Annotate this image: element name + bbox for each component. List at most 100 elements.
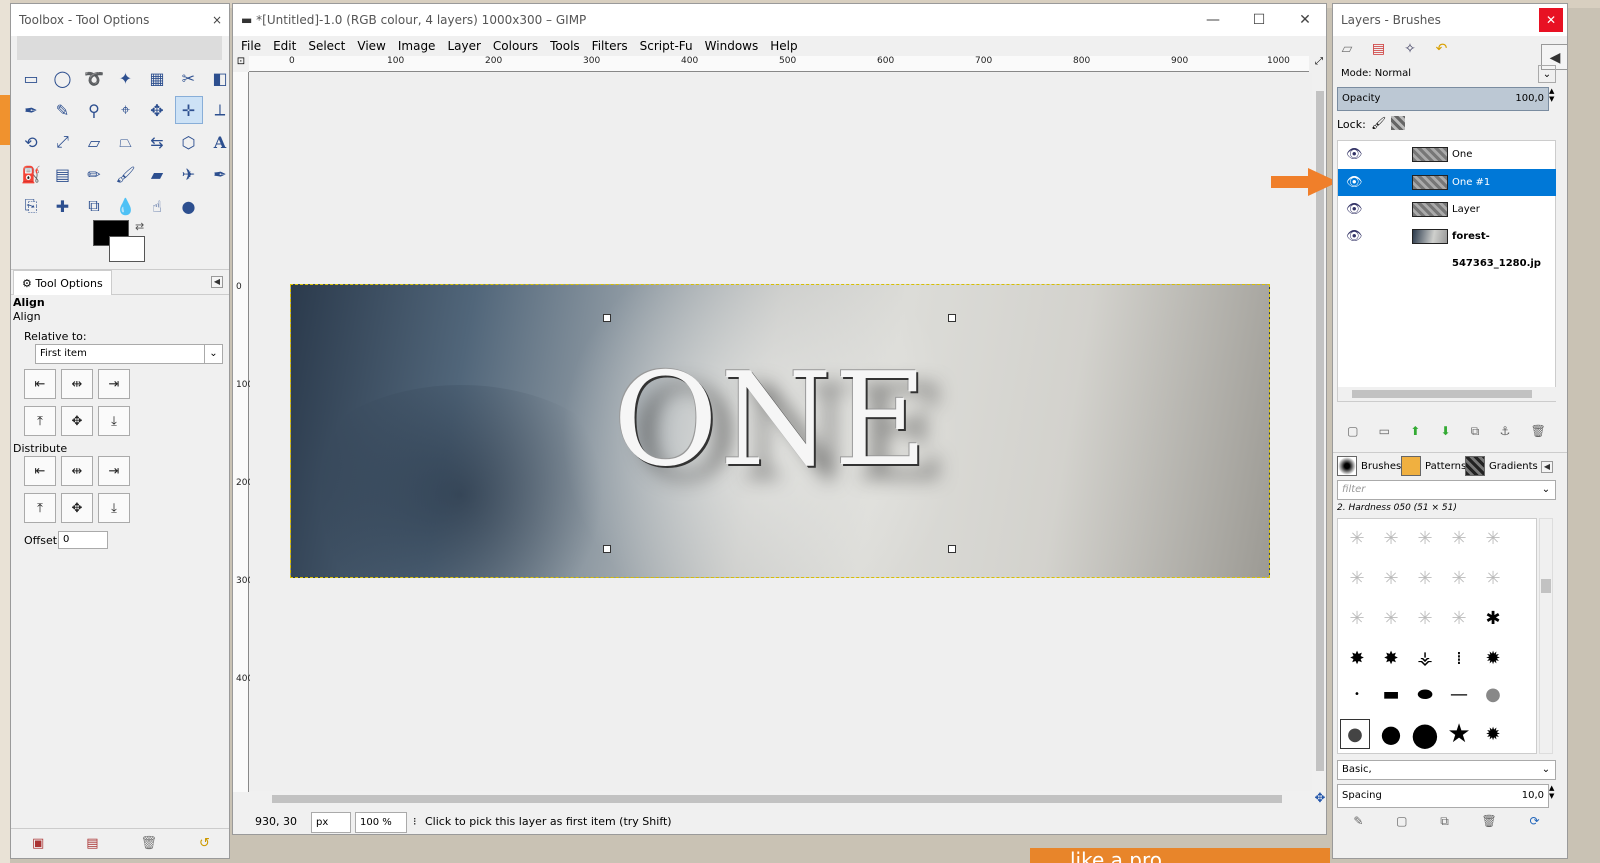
align-center-button[interactable]: ⇹ xyxy=(61,369,93,399)
opacity-slider[interactable]: Opacity 100,0 xyxy=(1337,87,1549,111)
lower-layer-icon[interactable]: ⬇ xyxy=(1441,424,1451,438)
layer-list-vscroll[interactable] xyxy=(1556,140,1566,402)
patterns-tab[interactable]: Patterns xyxy=(1425,461,1466,472)
layer-mode-select[interactable]: Mode: Normal ⌄ xyxy=(1337,65,1556,85)
close-icon[interactable]: × xyxy=(205,4,229,36)
distribute-right-button[interactable]: ⇥ xyxy=(98,456,130,486)
menu-view[interactable]: View xyxy=(351,36,391,56)
crop-icon[interactable]: ⟂ xyxy=(206,96,229,124)
brushes-tab[interactable]: Brushes xyxy=(1361,461,1401,472)
brush-cell[interactable]: ▬ xyxy=(1376,679,1406,709)
eye-icon[interactable]: 👁 xyxy=(1346,223,1363,250)
blur-icon[interactable]: 💧 xyxy=(112,192,140,220)
close-icon[interactable]: ✕ xyxy=(1282,4,1326,36)
brush-cell[interactable]: ✳ xyxy=(1376,523,1406,553)
airbrush-icon[interactable]: ✈ xyxy=(175,160,203,188)
align-left-button[interactable]: ⇤ xyxy=(24,369,56,399)
brush-cell[interactable]: ✳ xyxy=(1342,563,1372,593)
new-layer-group-icon[interactable]: ▭ xyxy=(1379,424,1390,438)
brush-cell[interactable]: ✹ xyxy=(1478,643,1508,673)
align-bottom-button[interactable]: ⤓ xyxy=(98,406,130,436)
align-top-button[interactable]: ⤒ xyxy=(24,406,56,436)
duplicate-layer-icon[interactable]: ⧉ xyxy=(1471,424,1480,439)
undo-history-tab-icon[interactable]: ↶ xyxy=(1428,36,1456,62)
dodge-burn-icon[interactable]: ● xyxy=(175,192,203,220)
vertical-ruler[interactable]: 0 100 200 300 400 xyxy=(233,72,253,792)
tool-options-tab[interactable]: ⚙ Tool Options xyxy=(13,270,112,295)
layer-list-hscroll[interactable] xyxy=(1338,387,1557,401)
free-select-icon[interactable]: ➰ xyxy=(80,64,108,92)
brush-cell[interactable]: ✳ xyxy=(1410,563,1440,593)
close-icon[interactable]: ✕ xyxy=(1539,8,1563,32)
align-icon[interactable]: ✛ xyxy=(174,96,203,124)
menu-tools[interactable]: Tools xyxy=(544,36,586,56)
rotate-icon[interactable]: ⟲ xyxy=(17,128,45,156)
menu-filters[interactable]: Filters xyxy=(586,36,634,56)
gradient-icon[interactable]: ▤ xyxy=(49,160,77,188)
brush-cell[interactable]: ● xyxy=(1376,719,1406,749)
minimize-icon[interactable]: — xyxy=(1190,4,1236,36)
offset-input[interactable]: 0 xyxy=(58,531,108,549)
distribute-center-button[interactable]: ⇹ xyxy=(61,456,93,486)
color-picker-icon[interactable]: ✎ xyxy=(49,96,77,124)
measure-icon[interactable]: ⌖ xyxy=(112,96,140,124)
brush-cell[interactable]: ✳ xyxy=(1444,603,1474,633)
eye-icon[interactable]: 👁 xyxy=(1346,169,1363,196)
perspective-clone-icon[interactable]: ⧉ xyxy=(80,192,108,220)
wilber-banner[interactable] xyxy=(17,36,222,60)
relative-to-select[interactable]: First item ⌄ xyxy=(35,344,223,364)
layer-handle-bottom-right[interactable] xyxy=(948,545,956,553)
menu-help[interactable]: Help xyxy=(764,36,803,56)
star-brush-icon[interactable]: ★ xyxy=(1444,719,1474,749)
rect-select-icon[interactable]: ▭ xyxy=(17,64,45,92)
flip-icon[interactable]: ⇆ xyxy=(143,128,171,156)
layer-handle-top-left[interactable] xyxy=(603,314,611,322)
bucket-fill-icon[interactable]: ⛽ xyxy=(17,160,45,188)
brush-cell[interactable]: ⚶ xyxy=(1410,643,1440,673)
clone-icon[interactable]: ⎘ xyxy=(17,192,45,220)
align-right-button[interactable]: ⇥ xyxy=(98,369,130,399)
layer-row[interactable]: 👁 Layer xyxy=(1338,196,1557,223)
align-middle-button[interactable]: ✥ xyxy=(61,406,93,436)
refresh-brushes-icon[interactable]: ⟳ xyxy=(1530,814,1540,828)
layer-row[interactable]: 👁 One #1 xyxy=(1338,169,1557,196)
brush-preset-select[interactable]: Basic, ⌄ xyxy=(1337,760,1556,780)
brush-cell[interactable]: ✳ xyxy=(1376,603,1406,633)
gradients-tab-icon[interactable] xyxy=(1465,456,1485,476)
brush-cell[interactable]: ⁞ xyxy=(1444,643,1474,673)
brush-cell[interactable]: ✹ xyxy=(1478,719,1508,749)
delete-options-icon[interactable]: 🗑 xyxy=(141,836,158,851)
new-layer-icon[interactable]: ▢ xyxy=(1347,424,1358,438)
brush-cell[interactable]: ⬬ xyxy=(1410,679,1440,709)
horizontal-scrollbar[interactable] xyxy=(250,791,1312,807)
layer-row[interactable]: 👁 forest-547363_1280.jp xyxy=(1338,223,1557,269)
selected-brush-cell[interactable]: ● xyxy=(1340,719,1370,749)
scale-icon[interactable]: ⤢ xyxy=(49,128,77,156)
unit-select[interactable]: px xyxy=(311,812,351,833)
lock-pixels-icon[interactable]: 🖌 xyxy=(1371,116,1386,130)
canvas-area[interactable]: ONE xyxy=(250,73,1312,791)
brush-filter-input[interactable]: filter ⌄ xyxy=(1337,480,1556,500)
brush-cell[interactable]: ✳ xyxy=(1410,523,1440,553)
brush-cell[interactable]: ● xyxy=(1410,715,1440,753)
zoom-icon[interactable]: ⚲ xyxy=(80,96,108,124)
distribute-top-button[interactable]: ⤒ xyxy=(24,493,56,523)
color-select-icon[interactable]: ▦ xyxy=(143,64,171,92)
layers-tab-icon[interactable]: ▱ xyxy=(1333,36,1361,62)
brush-cell[interactable]: ✳ xyxy=(1444,523,1474,553)
fuzzy-select-icon[interactable]: ✦ xyxy=(112,64,140,92)
perspective-icon[interactable]: ⏢ xyxy=(112,128,140,156)
spacing-slider[interactable]: Spacing 10,0 xyxy=(1337,784,1549,808)
cage-icon[interactable]: ⬡ xyxy=(175,128,203,156)
move-icon[interactable]: ✥ xyxy=(143,96,171,124)
paintbrush-icon[interactable]: 🖌 xyxy=(112,160,140,188)
paths-tab-icon[interactable]: ✧ xyxy=(1396,36,1424,62)
scissors-icon[interactable]: ✂ xyxy=(175,64,203,92)
duplicate-brush-icon[interactable]: ⧉ xyxy=(1440,814,1449,829)
brush-cell[interactable]: ✸ xyxy=(1376,643,1406,673)
eraser-icon[interactable]: ▰ xyxy=(143,160,171,188)
distribute-bottom-button[interactable]: ⤓ xyxy=(98,493,130,523)
opacity-spinner[interactable]: ▲ ▼ xyxy=(1549,87,1557,111)
distribute-left-button[interactable]: ⇤ xyxy=(24,456,56,486)
brush-cell[interactable]: ✳ xyxy=(1478,563,1508,593)
